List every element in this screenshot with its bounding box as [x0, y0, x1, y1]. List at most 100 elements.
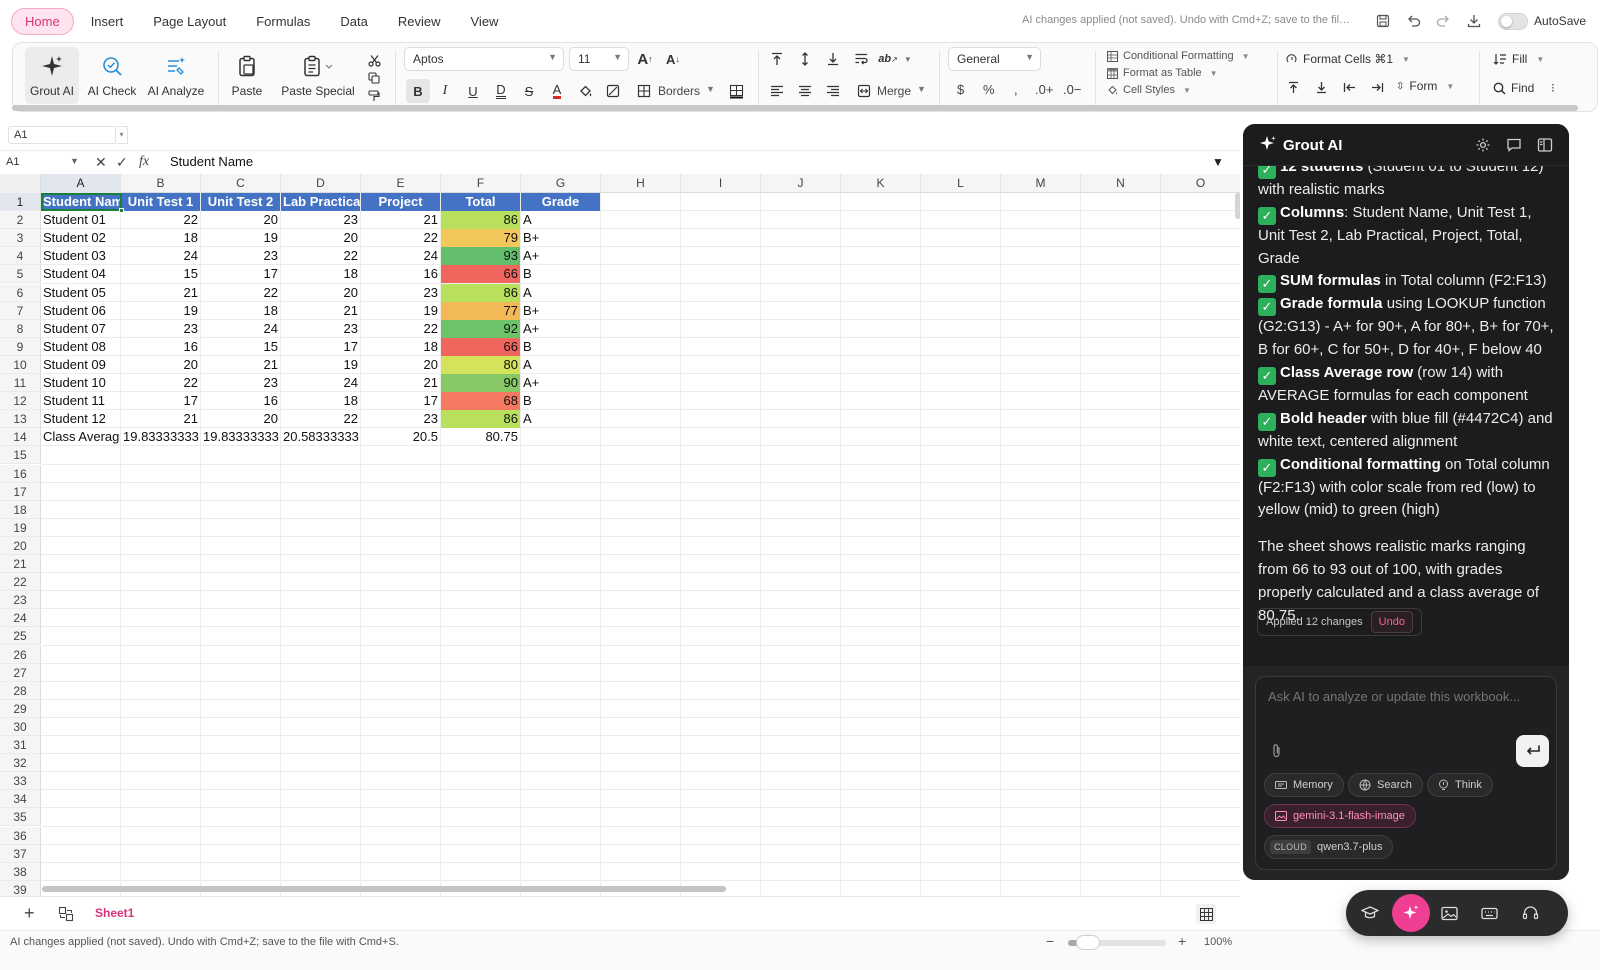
grid-cell[interactable]: 22 — [281, 247, 360, 265]
row-header[interactable]: 38 — [0, 862, 41, 881]
grid-cell[interactable]: 17 — [361, 392, 440, 410]
row-header[interactable]: 12 — [0, 392, 41, 411]
grid-cell[interactable]: 17 — [281, 338, 360, 356]
new-chat-icon[interactable] — [1506, 137, 1522, 153]
comma-format-button[interactable]: , — [1014, 82, 1018, 97]
image-model-chip[interactable]: gemini-3.1-flash-image — [1264, 804, 1416, 828]
font-color-button[interactable]: A — [546, 80, 568, 102]
row-header[interactable]: 39 — [0, 880, 41, 896]
row-header[interactable]: 2 — [0, 211, 41, 230]
grid-cell[interactable]: A — [521, 211, 600, 229]
cancel-icon[interactable]: ✕ — [95, 154, 107, 171]
row-header[interactable]: 23 — [0, 591, 41, 610]
more-icon[interactable]: ⁝ — [1551, 81, 1555, 95]
grid-cell[interactable]: 18 — [121, 229, 200, 247]
grid-cell[interactable]: 22 — [121, 374, 200, 392]
tab-data[interactable]: Data — [327, 9, 380, 34]
dock-ai-button[interactable] — [1392, 894, 1430, 932]
grid-cell[interactable]: 24 — [361, 247, 440, 265]
grid-cell[interactable]: 19 — [281, 356, 360, 374]
chevron-down-icon[interactable]: ▼ — [917, 84, 926, 94]
row-header[interactable]: 13 — [0, 410, 41, 429]
grid-cell[interactable]: 16 — [121, 338, 200, 356]
grid-cell[interactable]: Student 05 — [41, 284, 120, 302]
grid-cell[interactable]: B+ — [521, 229, 600, 247]
clear-format-icon[interactable] — [602, 80, 624, 102]
add-sheet-icon[interactable]: + — [24, 903, 35, 924]
fill-button[interactable]: Fill ▼ — [1493, 52, 1544, 66]
grid-cell[interactable]: 22 — [281, 410, 360, 428]
grid-cell[interactable]: Student 12 — [41, 410, 120, 428]
grid-cell[interactable]: 21 — [361, 211, 440, 229]
chevron-down-icon[interactable]: ▼ — [70, 156, 79, 166]
search-chip[interactable]: Search — [1348, 773, 1423, 797]
column-header-e[interactable]: E — [361, 174, 441, 193]
grid-cell[interactable]: A+ — [521, 247, 600, 265]
row-header[interactable]: 32 — [0, 754, 41, 773]
chevron-down-icon[interactable]: ▼ — [706, 84, 715, 94]
align-bottom-icon[interactable] — [822, 48, 844, 70]
grid-cell[interactable]: 86 — [441, 410, 520, 429]
grid-cell[interactable]: 18 — [201, 302, 280, 320]
column-header-h[interactable]: H — [601, 174, 681, 193]
grid-cell[interactable]: 20 — [361, 356, 440, 374]
grid-cell[interactable]: B — [521, 265, 600, 283]
grid-cell[interactable]: B — [521, 338, 600, 356]
format-as-table-button[interactable]: Format as Table ▼ — [1107, 67, 1218, 79]
undo-icon[interactable] — [1404, 12, 1422, 30]
grid-cell[interactable]: 90 — [441, 374, 520, 392]
row-header[interactable]: 6 — [0, 283, 41, 302]
keyboard-icon[interactable] — [1477, 901, 1501, 925]
zoom-slider-thumb[interactable] — [1076, 935, 1100, 950]
ai-input-box[interactable]: Memory Search Think gemini-3.1-flash-ima… — [1255, 676, 1557, 870]
row-header[interactable]: 3 — [0, 229, 41, 248]
memory-chip[interactable]: Memory — [1264, 773, 1344, 797]
strikethrough-button[interactable]: S — [518, 80, 540, 102]
autosave-toggle[interactable] — [1498, 13, 1528, 30]
grid-cell[interactable]: 16 — [201, 392, 280, 410]
row-header[interactable]: 30 — [0, 717, 41, 736]
grid-cell[interactable]: 22 — [361, 229, 440, 247]
grid-cell[interactable]: 20 — [201, 410, 280, 428]
grid-cell[interactable]: 23 — [201, 374, 280, 392]
grid-cell[interactable]: A+ — [521, 320, 600, 338]
grid-cell[interactable]: Student 11 — [41, 392, 120, 410]
grid-cell[interactable]: 21 — [201, 356, 280, 374]
row-header[interactable]: 1 — [0, 193, 41, 212]
headset-icon[interactable] — [1518, 901, 1542, 925]
spreadsheet-grid[interactable]: ABCDEFGHIJKLMNO 1 2 3 4 5 6 7 8 9 10 11 12 13 14 15 16 1… — [0, 174, 1240, 896]
fill-color-icon[interactable] — [574, 80, 596, 102]
row-header[interactable]: 28 — [0, 681, 41, 700]
ai-check-button[interactable]: AI Check — [85, 47, 139, 104]
header-cell[interactable]: Grade — [521, 193, 600, 211]
grid-cell[interactable]: Student 01 — [41, 211, 120, 229]
grid-cell[interactable]: Student 10 — [41, 374, 120, 392]
row-header[interactable]: 37 — [0, 844, 41, 863]
tab-page-layout[interactable]: Page Layout — [140, 9, 239, 34]
move-to-top-icon[interactable] — [1282, 76, 1304, 98]
row-header[interactable]: 4 — [0, 247, 41, 266]
think-chip[interactable]: Think — [1427, 773, 1493, 797]
bottom-border-icon[interactable] — [725, 80, 747, 102]
decrease-decimal-button[interactable]: .0− — [1063, 82, 1081, 97]
increase-decimal-button[interactable]: .0+ — [1035, 82, 1053, 97]
grid-cell[interactable]: 24 — [201, 320, 280, 338]
find-button[interactable]: Find — [1493, 81, 1534, 95]
send-button[interactable] — [1516, 735, 1549, 767]
grid-cell[interactable]: 23 — [361, 410, 440, 428]
text-orientation-icon[interactable]: ab ↗ ▼ — [878, 48, 911, 70]
tab-home[interactable]: Home — [11, 7, 74, 35]
row-header[interactable]: 29 — [0, 699, 41, 718]
wrap-text-icon[interactable] — [850, 48, 872, 70]
grid-cell[interactable]: 80 — [441, 355, 520, 374]
move-to-start-icon[interactable] — [1338, 76, 1360, 98]
grid-cell[interactable]: A — [521, 410, 600, 428]
grid-cell[interactable]: 20.58333333 — [281, 428, 360, 446]
decrease-font-icon[interactable]: A ↓ — [662, 48, 684, 70]
grid-cell[interactable]: Student 03 — [41, 247, 120, 265]
column-header-i[interactable]: I — [681, 174, 761, 193]
grid-cell[interactable]: 24 — [121, 247, 200, 265]
column-header-c[interactable]: C — [201, 174, 281, 193]
grid-cell[interactable]: 17 — [121, 392, 200, 410]
column-header-j[interactable]: J — [761, 174, 841, 193]
